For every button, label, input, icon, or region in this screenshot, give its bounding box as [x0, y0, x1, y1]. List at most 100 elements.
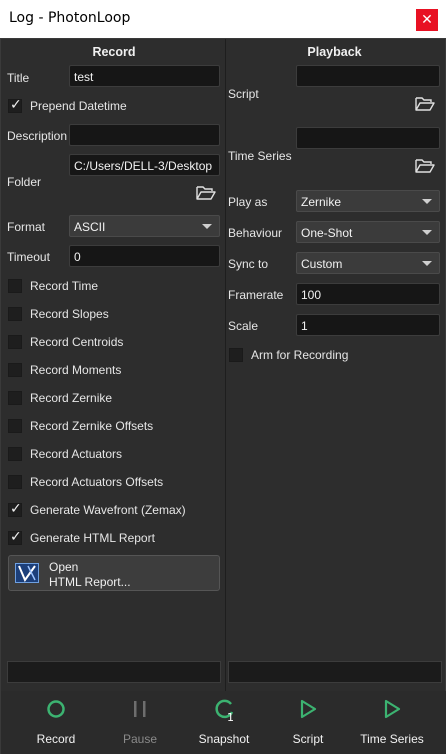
- record-option-check[interactable]: [8, 307, 22, 321]
- format-label: Format: [7, 220, 46, 234]
- record-option-check[interactable]: [8, 279, 22, 293]
- title-label: Title: [7, 71, 30, 85]
- sync-to-label: Sync to: [228, 257, 269, 271]
- record-option-check[interactable]: [8, 335, 22, 349]
- play-as-label: Play as: [228, 195, 268, 209]
- record-option-checkbox[interactable]: Record Actuators: [8, 446, 218, 464]
- title-input[interactable]: test: [69, 65, 220, 87]
- record-option-check[interactable]: [8, 501, 22, 517]
- bottom-toolbar: Record Pause 1 Snapshot Script Time Seri…: [1, 691, 446, 754]
- prepend-datetime-check[interactable]: [8, 97, 22, 113]
- snapshot-button[interactable]: 1 Snapshot: [189, 691, 259, 754]
- record-panel: Record Title test Prepend Datetime Descr…: [5, 39, 223, 691]
- folder-open-icon[interactable]: [196, 185, 216, 201]
- playback-status-field: [228, 661, 442, 683]
- record-option-check[interactable]: [8, 363, 22, 377]
- open-report-line2: HTML Report...: [49, 575, 131, 589]
- behaviour-value: One-Shot: [301, 226, 353, 240]
- chevron-down-icon: [422, 261, 432, 266]
- time-series-label-tb: Time Series: [360, 732, 424, 746]
- snapshot-badge: 1: [227, 711, 234, 723]
- record-option-checkbox[interactable]: Record Slopes: [8, 306, 218, 324]
- prepend-datetime-label: Prepend Datetime: [30, 99, 127, 113]
- record-option-label: Record Actuators Offsets: [30, 475, 164, 489]
- play-icon: [300, 699, 317, 719]
- record-option-label: Generate Wavefront (Zemax): [30, 503, 186, 517]
- scale-label: Scale: [228, 319, 259, 333]
- time-series-play-button[interactable]: Time Series: [357, 691, 427, 754]
- record-option-checkbox[interactable]: Record Time: [8, 278, 218, 296]
- framerate-label: Framerate: [228, 288, 284, 302]
- script-label-tb: Script: [292, 732, 324, 746]
- play-as-select[interactable]: Zernike: [296, 190, 440, 212]
- prepend-datetime-checkbox[interactable]: Prepend Datetime: [8, 97, 208, 116]
- time-series-input[interactable]: [296, 127, 440, 149]
- play-icon: [384, 699, 401, 719]
- record-status-field: [7, 661, 221, 683]
- folder-label: Folder: [7, 175, 42, 189]
- format-value: ASCII: [74, 220, 106, 234]
- snapshot-label: Snapshot: [198, 732, 250, 746]
- html-report-icon: [15, 563, 39, 583]
- record-option-checkbox[interactable]: Generate HTML Report: [8, 529, 218, 548]
- record-circle-icon: [47, 700, 65, 718]
- behaviour-label: Behaviour: [228, 226, 283, 240]
- timeout-input[interactable]: 0: [69, 245, 220, 267]
- record-option-label: Record Zernike: [30, 391, 113, 405]
- record-option-check[interactable]: [8, 419, 22, 433]
- description-label: Description: [7, 129, 68, 143]
- chevron-down-icon: [202, 224, 212, 229]
- record-option-label: Generate HTML Report: [30, 531, 155, 545]
- record-option-checkbox[interactable]: Record Centroids: [8, 334, 218, 352]
- pause-icon: [134, 701, 146, 717]
- play-as-value: Zernike: [301, 195, 342, 209]
- window-titlebar: Log - PhotonLoop ✕: [0, 0, 446, 38]
- format-select[interactable]: ASCII: [69, 215, 220, 237]
- script-label: Script: [228, 87, 259, 101]
- playback-header: Playback: [307, 45, 362, 59]
- record-option-label: Record Actuators: [30, 447, 123, 461]
- arm-for-recording-label: Arm for Recording: [251, 348, 349, 362]
- record-option-label: Record Time: [30, 279, 99, 293]
- timeout-label: Timeout: [7, 250, 50, 264]
- sync-to-select[interactable]: Custom: [296, 252, 440, 274]
- sync-to-value: Custom: [301, 257, 343, 271]
- snapshot-icon: 1: [215, 699, 234, 723]
- script-input[interactable]: [296, 65, 440, 87]
- time-series-folder-open-icon[interactable]: [415, 158, 435, 174]
- window-title: Log - PhotonLoop: [9, 10, 131, 26]
- record-option-check[interactable]: [8, 391, 22, 405]
- record-option-check[interactable]: [8, 475, 22, 489]
- record-option-check[interactable]: [8, 447, 22, 461]
- record-option-checkbox[interactable]: Record Actuators Offsets: [8, 474, 218, 492]
- open-html-report-button[interactable]: Open HTML Report...: [8, 555, 220, 591]
- record-option-checkbox[interactable]: Record Zernike Offsets: [8, 418, 218, 436]
- record-option-checkbox[interactable]: Generate Wavefront (Zemax): [8, 501, 218, 520]
- record-header: Record: [92, 45, 136, 59]
- behaviour-select[interactable]: One-Shot: [296, 221, 440, 243]
- arm-for-recording-checkbox[interactable]: Arm for Recording: [229, 347, 429, 365]
- record-option-checkbox[interactable]: Record Zernike: [8, 390, 218, 408]
- scale-input[interactable]: 1: [296, 314, 440, 336]
- framerate-input[interactable]: 100: [296, 283, 440, 305]
- record-option-checkbox[interactable]: Record Moments: [8, 362, 218, 380]
- record-button[interactable]: Record: [21, 691, 91, 754]
- script-folder-open-icon[interactable]: [415, 96, 435, 112]
- script-play-button[interactable]: Script: [273, 691, 343, 754]
- description-input[interactable]: [69, 124, 220, 146]
- folder-input[interactable]: C:/Users/DELL-3/Desktop: [69, 154, 220, 176]
- record-option-label: Record Moments: [30, 363, 122, 377]
- chevron-down-icon: [422, 230, 432, 235]
- record-option-check[interactable]: [8, 529, 22, 545]
- playback-panel: Playback Script Time Series Play as Zern…: [225, 39, 443, 691]
- pause-button[interactable]: Pause: [105, 691, 175, 754]
- record-label: Record: [36, 732, 76, 746]
- open-report-line1: Open: [49, 560, 79, 574]
- arm-for-recording-check[interactable]: [229, 348, 243, 362]
- record-option-label: Record Zernike Offsets: [30, 419, 154, 433]
- close-button[interactable]: ✕: [416, 9, 438, 31]
- record-option-label: Record Slopes: [30, 307, 109, 321]
- record-option-label: Record Centroids: [30, 335, 124, 349]
- chevron-down-icon: [422, 199, 432, 204]
- pause-label: Pause: [122, 732, 158, 746]
